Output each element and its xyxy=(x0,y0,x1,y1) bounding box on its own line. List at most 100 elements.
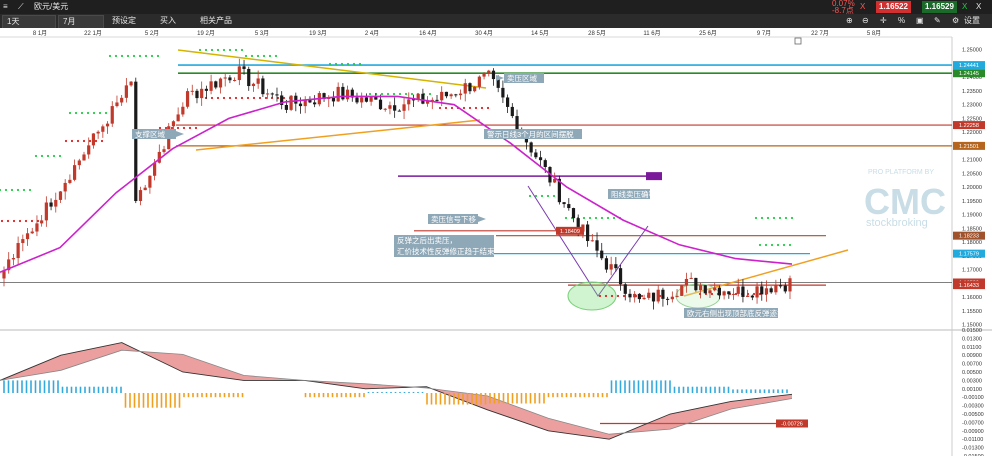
settings-button[interactable]: 设置 xyxy=(964,14,980,28)
arrow-marker xyxy=(496,75,504,81)
stop-dot xyxy=(156,54,160,58)
stop-dot xyxy=(540,194,544,198)
stop-dot xyxy=(64,139,68,143)
sell-button[interactable]: X xyxy=(860,0,865,14)
stop-dot xyxy=(216,96,220,100)
macd-area xyxy=(0,342,792,440)
stop-dot xyxy=(46,154,50,158)
candle-body xyxy=(435,99,439,101)
candle-body xyxy=(708,290,712,294)
candle-body xyxy=(374,96,378,100)
date-tick-label: 30 4月 xyxy=(475,30,493,37)
arrow-marker xyxy=(478,216,486,222)
zoom-in-icon[interactable]: ⊕ xyxy=(846,14,853,28)
candle-body xyxy=(360,97,364,103)
stop-dot xyxy=(28,188,32,192)
candle-body xyxy=(407,99,411,105)
stop-dot xyxy=(428,92,432,96)
candle-body xyxy=(473,86,477,92)
stop-dot xyxy=(52,154,56,158)
stop-dot xyxy=(334,62,338,66)
stop-dot xyxy=(92,111,96,115)
macd-tick-label: 0.01500 xyxy=(962,328,982,334)
price-chart[interactable]: 8 1月 22 1月 5 2月 19 2月 5 3月 19 3月 2 4月 16 4月 30 4… xyxy=(0,28,992,456)
candle-body xyxy=(482,73,486,77)
candle-body xyxy=(760,286,764,295)
price-tick-label: 1.16000 xyxy=(962,295,982,301)
stop-dot xyxy=(4,188,8,192)
macd-tick-label: 0.00100 xyxy=(962,387,982,393)
stop-dot xyxy=(82,139,86,143)
stop-dot xyxy=(404,92,408,96)
stop-dot xyxy=(398,92,402,96)
percent-button[interactable]: % xyxy=(898,14,905,28)
watermark-line2: CMC xyxy=(864,181,946,222)
candle-body xyxy=(63,182,67,192)
candle-body xyxy=(675,295,679,297)
candle-body xyxy=(736,286,740,294)
candle-body xyxy=(49,202,53,207)
candle-body xyxy=(313,102,317,105)
stop-dot xyxy=(22,188,26,192)
related-products-button[interactable]: 相关产品 xyxy=(200,14,232,28)
stop-dot xyxy=(74,111,78,115)
stop-dot xyxy=(234,48,238,52)
stop-dot xyxy=(598,294,602,298)
stop-dot xyxy=(468,106,472,110)
candle-body xyxy=(378,99,383,110)
buy-button[interactable]: X xyxy=(962,0,967,14)
timeframe-select[interactable]: 1天 xyxy=(2,15,56,29)
stop-dot xyxy=(274,54,278,58)
crosshair-icon[interactable]: ✛ xyxy=(880,14,887,28)
preset-button[interactable]: 预设定 xyxy=(112,14,136,28)
candle-body xyxy=(604,258,609,270)
price-tick-label: 1.17000 xyxy=(962,268,982,274)
candle-body xyxy=(731,293,736,295)
stop-dot xyxy=(380,92,384,96)
candle-body xyxy=(218,78,223,88)
ask-price[interactable]: 1.16529 xyxy=(922,1,957,13)
stop-dot xyxy=(228,48,232,52)
candle-body xyxy=(176,114,180,122)
candle-body xyxy=(595,240,599,251)
stop-dot xyxy=(222,48,226,52)
candle-body xyxy=(727,291,731,295)
candle-body xyxy=(77,160,81,166)
macd-tick-label: 0.00300 xyxy=(962,378,982,384)
gear-icon[interactable]: ⚙ xyxy=(952,14,959,28)
stop-dot xyxy=(588,216,592,220)
stop-dot xyxy=(368,92,372,96)
stop-dot xyxy=(462,106,466,110)
candle-body xyxy=(265,93,270,95)
candle-body xyxy=(87,145,91,155)
buy-toolbar-button[interactable]: 买入 xyxy=(160,14,176,28)
candle-body xyxy=(600,250,604,259)
bid-price[interactable]: 1.16522 xyxy=(876,1,911,13)
date-tick-label: 19 2月 xyxy=(197,30,215,37)
chart-icon[interactable]: ⟋ xyxy=(18,0,24,14)
stop-dot xyxy=(410,92,414,96)
stop-dot xyxy=(754,216,758,220)
stop-dot xyxy=(182,126,186,130)
candle-body xyxy=(642,297,646,300)
period-select[interactable]: 7月 xyxy=(58,15,104,29)
date-tick-label: 14 5月 xyxy=(531,30,549,37)
candle-body xyxy=(204,88,208,91)
stop-dot xyxy=(262,54,266,58)
stop-dot xyxy=(474,106,478,110)
zoom-out-icon[interactable]: ⊖ xyxy=(862,14,869,28)
drawing-icon[interactable]: ✎ xyxy=(934,14,941,28)
stop-dot xyxy=(612,216,616,220)
menu-icon[interactable]: ≡ xyxy=(3,0,8,14)
screenshot-icon[interactable]: ▣ xyxy=(916,14,924,28)
candle-body xyxy=(388,105,392,109)
annotation-support-zone: 支撑区域 xyxy=(135,129,165,139)
candle-body xyxy=(741,286,745,297)
candle-body xyxy=(200,88,204,99)
candle-body xyxy=(477,76,481,87)
candle-body xyxy=(628,293,632,298)
candle-body xyxy=(68,179,72,183)
close-icon[interactable]: X xyxy=(976,0,981,14)
stop-dot xyxy=(358,62,362,66)
candle-body xyxy=(440,91,444,101)
